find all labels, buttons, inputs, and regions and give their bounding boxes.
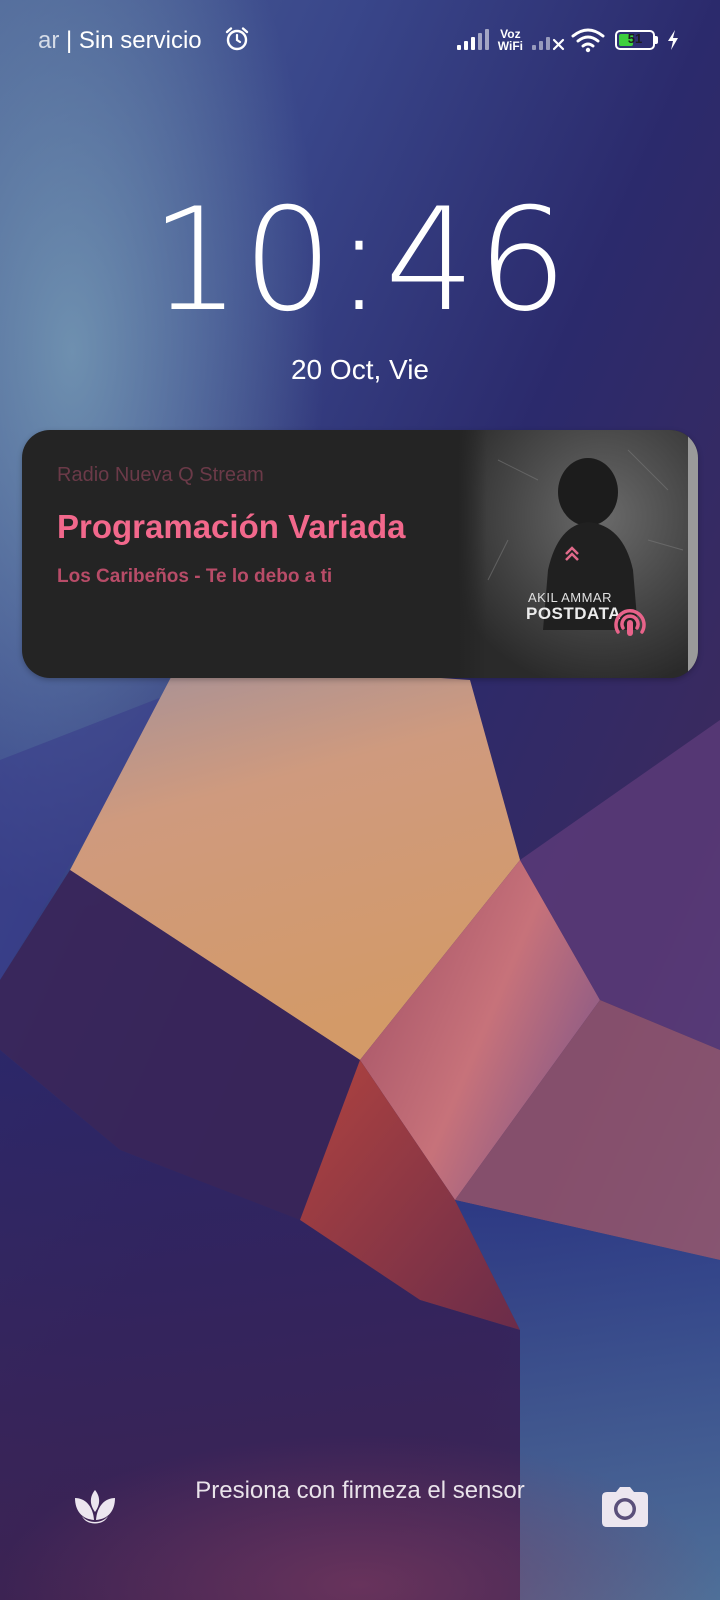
lock-screen: ar | Sin servicio Voz WiFi 51 10:46 20 O… [0, 0, 720, 1600]
fingerprint-hint: Presiona con firmeza el sensor [195, 1477, 525, 1504]
charging-bolt-icon [668, 30, 678, 50]
flower-icon[interactable] [72, 1486, 118, 1528]
signal-off-icon [532, 37, 565, 51]
media-station: Radio Nueva Q Stream [57, 464, 264, 486]
album-art: AKIL AMMAR POSTDATA [458, 430, 698, 678]
carrier-status: | Sin servicio [66, 27, 202, 54]
battery-percent: 51 [627, 31, 643, 46]
wifi-icon [571, 28, 605, 53]
media-program-title: Programación Variada [57, 508, 406, 545]
cast-icon[interactable] [608, 602, 652, 646]
album-artist: AKIL AMMAR [528, 590, 612, 605]
media-track: Los Caribeños - Te lo debo a ti [57, 566, 333, 587]
media-player-card[interactable]: Radio Nueva Q Stream Programación Variad… [22, 430, 698, 678]
vowifi-indicator: Voz WiFi [498, 28, 523, 52]
lockscreen-clock: 10:46 [150, 178, 570, 343]
lockscreen-date: 20 Oct, Vie [290, 354, 429, 385]
signal-icon [456, 29, 489, 50]
carrier-fragment: ar [38, 27, 60, 54]
battery-icon: 51 [615, 30, 655, 50]
camera-icon[interactable] [600, 1486, 650, 1528]
battery-nub [655, 36, 658, 44]
carrier-label: ar | Sin servicio [38, 27, 202, 55]
alarm-icon [225, 27, 249, 51]
vowifi-bottom: WiFi [497, 39, 523, 53]
album-title: POSTDATA [526, 604, 621, 623]
status-bar: ar | Sin servicio Voz WiFi 51 [0, 0, 720, 80]
album-art-image [458, 430, 698, 678]
status-icons: Voz WiFi 51 [456, 24, 680, 56]
